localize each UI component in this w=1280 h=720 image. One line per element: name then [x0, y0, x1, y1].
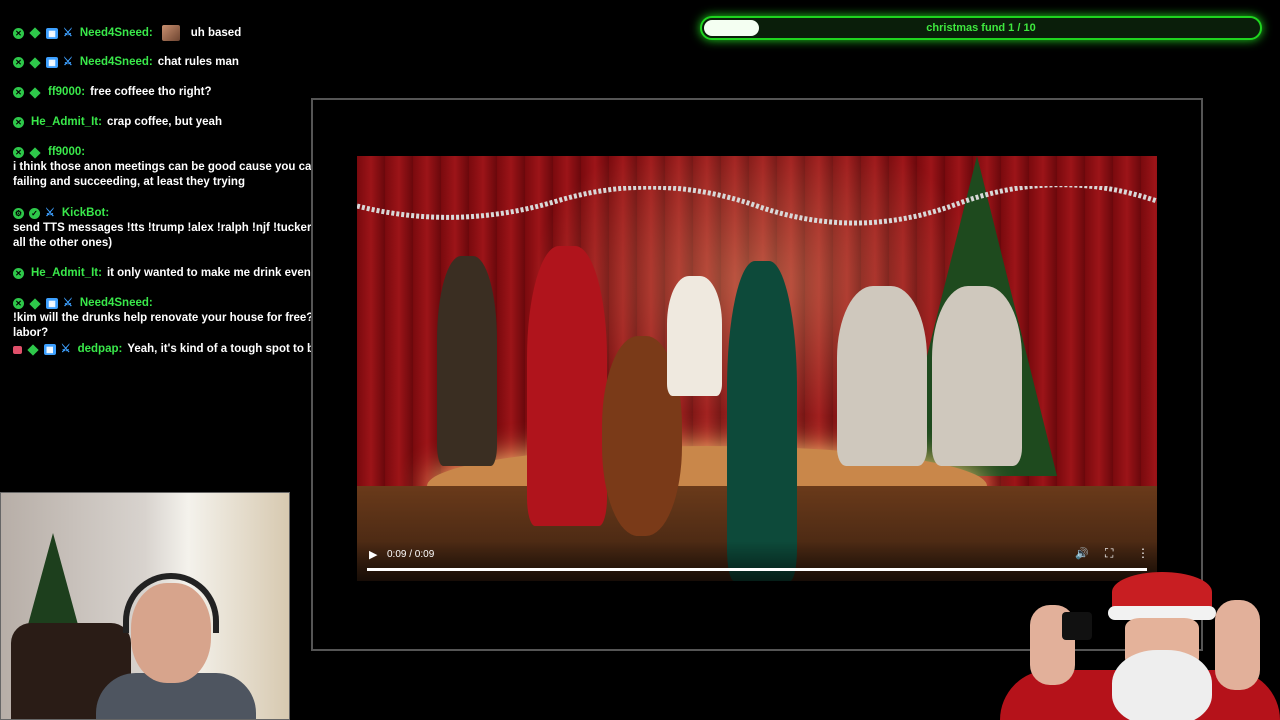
sword-badge-icon: ⚔	[45, 207, 55, 219]
video-time: 0:09 / 0:09	[387, 549, 435, 560]
bot-badge-icon: ⚙	[13, 208, 24, 219]
headset-icon	[123, 573, 219, 633]
singer-figure	[727, 261, 797, 581]
subscriber-badge-icon: ▦	[46, 57, 58, 68]
moderator-badge-icon: ✕	[13, 147, 24, 158]
chat-username[interactable]: ff9000:	[48, 145, 85, 160]
volume-icon[interactable]: 🔊	[1075, 547, 1089, 560]
tinsel-garland-image	[357, 186, 1157, 226]
progress-label: christmas fund 1 / 10	[926, 22, 1036, 34]
diamond-badge-icon	[29, 297, 41, 310]
moderator-badge-icon: ✕	[13, 298, 24, 309]
chat-username[interactable]: He_Admit_It:	[31, 115, 102, 130]
chat-username[interactable]: Need4Sneed:	[80, 296, 153, 311]
video-player[interactable]: ▶ 0:09 / 0:09 🔊 ⛶ ⋮	[357, 156, 1157, 581]
moderator-badge-icon: ✕	[13, 57, 24, 68]
diamond-badge-icon	[27, 343, 39, 356]
play-icon[interactable]: ▶	[369, 548, 377, 561]
sword-badge-icon: ⚔	[63, 297, 73, 309]
santa-hand	[1215, 600, 1260, 690]
more-vertical-icon[interactable]: ⋮	[1137, 546, 1149, 560]
christmas-fund-progress: christmas fund 1 / 10	[700, 16, 1262, 40]
subscriber-badge-icon: ▦	[46, 27, 58, 39]
chat-text: free coffeee tho right?	[90, 86, 212, 98]
moderator-badge-icon: ✕	[13, 87, 24, 98]
subscriber-badge-icon: ▦	[46, 298, 58, 309]
chat-username[interactable]: ff9000:	[48, 85, 85, 100]
chat-message: ✕ ▦ ⚔ Need4Sneed: uh based	[13, 25, 468, 41]
drummer-figure	[667, 276, 722, 396]
streamer-webcam	[0, 492, 290, 720]
diamond-badge-icon	[29, 56, 41, 69]
diamond-badge-icon	[29, 146, 41, 159]
emote-icon	[161, 25, 180, 41]
sword-badge-icon: ⚔	[63, 26, 73, 39]
chat-username[interactable]: KickBot:	[62, 206, 109, 221]
santa-beard	[1112, 650, 1212, 720]
diamond-badge-icon	[29, 86, 41, 99]
subscriber-badge-icon: ▦	[43, 344, 56, 355]
sword-badge-icon: ⚔	[60, 343, 71, 355]
chat-text: crap coffee, but yeah	[106, 116, 222, 128]
sword-badge-icon: ⚔	[63, 56, 73, 68]
backup-singer-figure	[932, 286, 1022, 466]
chat-message: ✕ ▦ ⚔ Need4Sneed: chat rules man	[13, 55, 468, 70]
coal-icon	[1062, 612, 1092, 640]
vip-badge-icon	[13, 345, 22, 354]
moderator-badge-icon: ✕	[13, 268, 24, 279]
chat-username[interactable]: Need4Sneed:	[80, 55, 153, 70]
guitarist-figure	[437, 256, 497, 466]
moderator-badge-icon: ✕	[13, 117, 24, 128]
chat-text: chat rules man	[157, 56, 239, 68]
santa-overlay	[1000, 560, 1280, 720]
chat-text: uh based	[190, 26, 242, 39]
diamond-badge-icon	[29, 27, 41, 39]
chat-username[interactable]: He_Admit_It:	[31, 266, 102, 281]
chat-username[interactable]: dedpap:	[78, 342, 123, 357]
moderator-badge-icon: ✕	[13, 27, 24, 39]
santa-bassist-figure	[527, 246, 607, 526]
verified-badge-icon: ✓	[29, 208, 40, 219]
chat-username[interactable]: Need4Sneed:	[80, 26, 153, 41]
backup-singer-figure	[837, 286, 927, 466]
fullscreen-icon[interactable]: ⛶	[1105, 546, 1113, 561]
